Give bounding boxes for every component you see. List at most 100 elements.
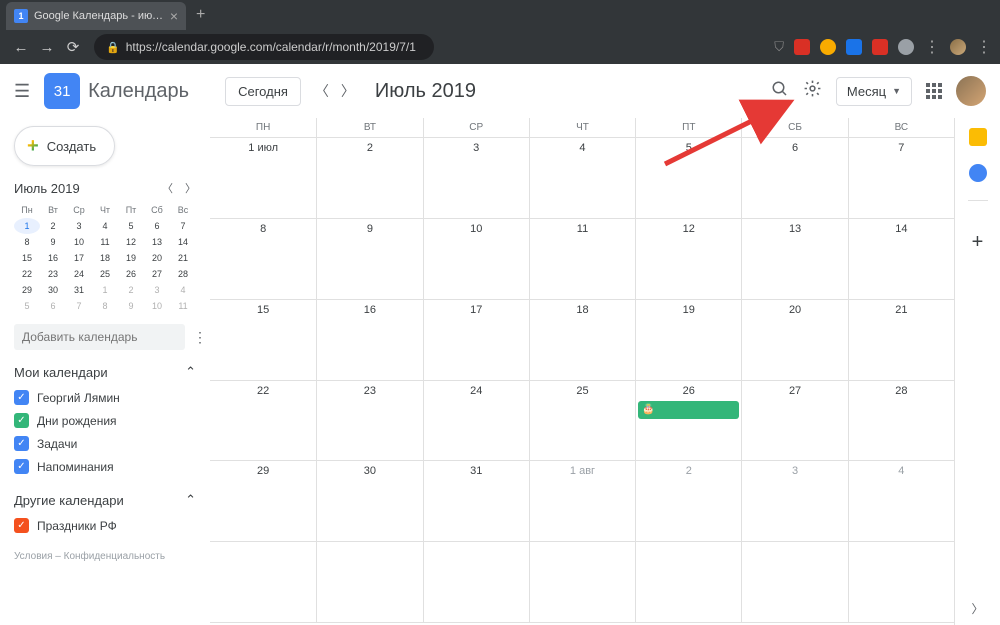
calendar-checkbox[interactable]: ✓: [14, 459, 29, 474]
mini-day[interactable]: 10: [66, 234, 92, 250]
calendar-item[interactable]: ✓Напоминания: [14, 455, 196, 478]
day-cell[interactable]: 21: [848, 300, 954, 380]
keep-icon[interactable]: [969, 128, 987, 146]
day-cell[interactable]: 23: [316, 381, 422, 461]
calendar-item[interactable]: ✓Георгий Лямин: [14, 386, 196, 409]
mini-day[interactable]: 27: [144, 266, 170, 282]
day-cell[interactable]: 18: [529, 300, 635, 380]
calendar-item[interactable]: ✓Праздники РФ: [14, 514, 196, 537]
mini-day[interactable]: 15: [14, 250, 40, 266]
my-calendars-header[interactable]: Мои календари ⌃: [14, 358, 196, 386]
calendar-item[interactable]: ✓Задачи: [14, 432, 196, 455]
mini-day[interactable]: 19: [118, 250, 144, 266]
mini-day[interactable]: 3: [66, 218, 92, 234]
day-cell[interactable]: [423, 542, 529, 622]
mini-day[interactable]: 3: [144, 282, 170, 298]
day-cell[interactable]: 12: [635, 219, 741, 299]
next-period-icon[interactable]: 〉: [341, 81, 355, 101]
day-cell[interactable]: 6: [741, 138, 847, 218]
day-cell[interactable]: [210, 542, 316, 622]
mini-day[interactable]: 22: [14, 266, 40, 282]
mini-day[interactable]: 7: [170, 218, 196, 234]
mini-day[interactable]: 18: [92, 250, 118, 266]
back-icon[interactable]: ←: [8, 39, 34, 56]
day-cell[interactable]: 28: [848, 381, 954, 461]
new-tab-button[interactable]: +: [196, 6, 205, 24]
mini-day[interactable]: 6: [40, 298, 66, 314]
browser-profile-avatar[interactable]: [950, 39, 966, 55]
search-icon[interactable]: [771, 80, 789, 103]
mini-day[interactable]: 10: [144, 298, 170, 314]
forward-icon[interactable]: →: [34, 39, 60, 56]
mini-day[interactable]: 31: [66, 282, 92, 298]
day-cell[interactable]: 10: [423, 219, 529, 299]
hamburger-icon[interactable]: ☰: [14, 81, 30, 102]
ext-more-icon[interactable]: ⋮: [924, 37, 940, 57]
mini-day[interactable]: 11: [170, 298, 196, 314]
prev-period-icon[interactable]: 〈: [315, 81, 329, 101]
mini-day[interactable]: 5: [14, 298, 40, 314]
browser-menu-icon[interactable]: ⋮: [976, 37, 992, 57]
mini-day[interactable]: 9: [40, 234, 66, 250]
tasks-icon[interactable]: [969, 164, 987, 182]
calendar-checkbox[interactable]: ✓: [14, 390, 29, 405]
mini-day[interactable]: 16: [40, 250, 66, 266]
reload-icon[interactable]: ⟳: [60, 38, 86, 56]
mini-day[interactable]: 28: [170, 266, 196, 282]
day-cell[interactable]: 1 авг: [529, 461, 635, 541]
day-cell[interactable]: 24: [423, 381, 529, 461]
mini-day[interactable]: 26: [118, 266, 144, 282]
day-cell[interactable]: 1 июл: [210, 138, 316, 218]
day-cell[interactable]: 8: [210, 219, 316, 299]
day-cell[interactable]: 16: [316, 300, 422, 380]
mini-day[interactable]: 4: [92, 218, 118, 234]
other-calendars-header[interactable]: Другие календари ⌃: [14, 486, 196, 514]
url-field[interactable]: 🔒 https://calendar.google.com/calendar/r…: [94, 34, 434, 60]
day-cell[interactable]: 20: [741, 300, 847, 380]
day-cell[interactable]: 25: [529, 381, 635, 461]
ext-icon-4[interactable]: [872, 39, 888, 55]
day-cell[interactable]: 29: [210, 461, 316, 541]
today-button[interactable]: Сегодня: [225, 77, 301, 106]
mini-day[interactable]: 2: [40, 218, 66, 234]
mini-day[interactable]: 1: [14, 218, 40, 234]
day-cell[interactable]: 15: [210, 300, 316, 380]
tab-close-icon[interactable]: ×: [170, 8, 178, 24]
collapse-rail-icon[interactable]: 〉: [971, 600, 983, 617]
mini-day[interactable]: 30: [40, 282, 66, 298]
mini-day[interactable]: 1: [92, 282, 118, 298]
ext-icon-3[interactable]: [846, 39, 862, 55]
day-cell[interactable]: 17: [423, 300, 529, 380]
mini-day[interactable]: 23: [40, 266, 66, 282]
day-cell[interactable]: 4: [848, 461, 954, 541]
day-cell[interactable]: 3: [423, 138, 529, 218]
mini-day[interactable]: 14: [170, 234, 196, 250]
add-calendar-more-icon[interactable]: ⋮: [193, 329, 207, 346]
day-cell[interactable]: 2: [635, 461, 741, 541]
day-cell[interactable]: 14: [848, 219, 954, 299]
apps-grid-icon[interactable]: [926, 83, 942, 99]
mini-day[interactable]: 8: [92, 298, 118, 314]
mini-next-icon[interactable]: 〉: [185, 180, 196, 196]
day-cell[interactable]: 9: [316, 219, 422, 299]
ext-icon-5[interactable]: [898, 39, 914, 55]
day-cell[interactable]: 7: [848, 138, 954, 218]
day-cell[interactable]: [741, 542, 847, 622]
view-select[interactable]: Месяц ▼: [836, 77, 912, 106]
ext-icon-2[interactable]: [820, 39, 836, 55]
shield-icon[interactable]: ⛉: [774, 39, 784, 55]
mini-day[interactable]: 8: [14, 234, 40, 250]
day-cell[interactable]: 26🎂: [635, 381, 741, 461]
user-avatar[interactable]: [956, 76, 986, 106]
ext-icon-1[interactable]: [794, 39, 810, 55]
mini-day[interactable]: 25: [92, 266, 118, 282]
mini-prev-icon[interactable]: 〈: [162, 180, 173, 196]
mini-day[interactable]: 12: [118, 234, 144, 250]
day-cell[interactable]: 30: [316, 461, 422, 541]
day-cell[interactable]: 13: [741, 219, 847, 299]
day-cell[interactable]: 4: [529, 138, 635, 218]
mini-day[interactable]: 21: [170, 250, 196, 266]
mini-day[interactable]: 5: [118, 218, 144, 234]
create-button[interactable]: + Создать: [14, 126, 115, 166]
add-calendar-input[interactable]: [14, 324, 185, 350]
